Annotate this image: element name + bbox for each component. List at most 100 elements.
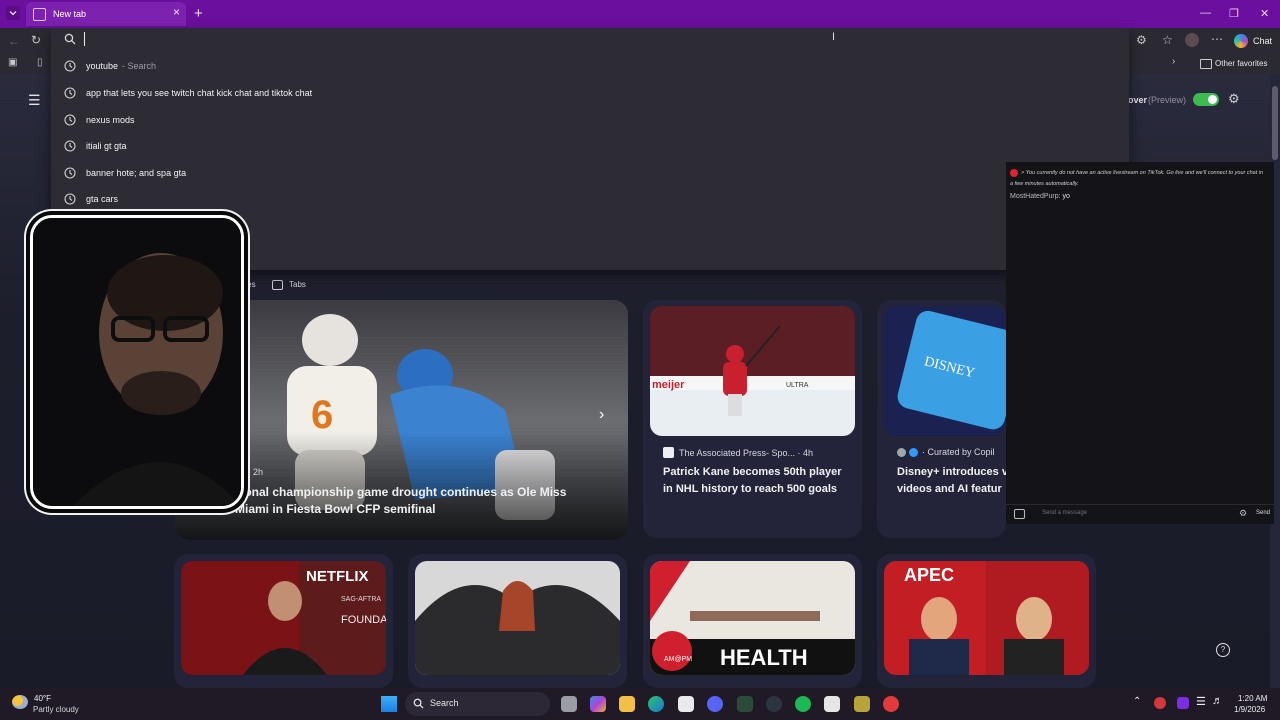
card3-source: · Curated by Copil xyxy=(922,447,995,457)
extensions-icon[interactable]: ⚙ xyxy=(1136,33,1147,47)
source-icon-2 xyxy=(909,447,918,457)
weather-icon xyxy=(12,695,28,709)
more-menu-icon[interactable]: ⋯ xyxy=(1211,32,1223,46)
address-bar[interactable] xyxy=(51,28,1129,52)
history-icon xyxy=(63,192,77,206)
favorites-star-icon[interactable]: ☆ xyxy=(1162,33,1173,47)
clock-time[interactable]: 1:20 AM xyxy=(1238,694,1267,703)
favorites-bar-right: › Other favorites xyxy=(1129,54,1280,74)
suggestion-item[interactable]: itiali gt gta xyxy=(51,133,1129,159)
webcam-overlay xyxy=(30,215,244,509)
news-card-apec[interactable]: APEC xyxy=(877,554,1096,688)
address-input[interactable] xyxy=(84,32,385,46)
tray-app-icon[interactable] xyxy=(1154,697,1166,709)
settings-gear-icon[interactable]: ⚙ xyxy=(1228,91,1240,107)
chat-system-message: > You currently do not have an active li… xyxy=(1010,168,1264,187)
new-tab-button[interactable]: + xyxy=(194,5,203,22)
chat-text: yo xyxy=(1062,193,1070,200)
file-explorer-icon[interactable] xyxy=(619,696,635,712)
chat-mode-icon[interactable] xyxy=(1014,509,1025,519)
carousel-next-icon[interactable]: › xyxy=(599,406,604,424)
start-windows-icon[interactable] xyxy=(381,696,397,712)
title-bar: New tab × + — ❐ ✕ xyxy=(0,0,1280,28)
card3-headline: Disney+ introduces v videos and AI featu… xyxy=(897,466,1006,495)
weather-desc: Partly cloudy xyxy=(33,705,79,714)
discover-label: over xyxy=(1128,95,1148,105)
news-card-nhl[interactable]: meijer ULTRA The Associated Press- Spo..… xyxy=(643,300,862,538)
wifi-icon[interactable]: ☰ xyxy=(1196,695,1206,708)
svg-text:FOUNDATI: FOUNDATI xyxy=(341,614,386,626)
help-icon[interactable]: ? xyxy=(1216,643,1230,657)
news-card-netflix[interactable]: NETFLIX SAG-AFTRA FOUNDATI xyxy=(174,554,393,688)
favorites-bar: ▣ ▯ xyxy=(0,54,51,74)
chat-input-row: Send a message ⚙ Send xyxy=(1006,504,1274,525)
chevron-right-icon[interactable]: › xyxy=(1172,56,1175,67)
streaming-app-icon[interactable] xyxy=(883,696,899,712)
news-card-disney[interactable]: DISNEY · Curated by Copil Disney+ introd… xyxy=(877,300,1006,538)
svg-text:APEC: APEC xyxy=(904,565,954,585)
suggestion-item[interactable]: app that lets you see twitch chat kick c… xyxy=(51,80,1129,106)
discord-icon[interactable] xyxy=(707,696,723,712)
suggestion-item[interactable]: gta cars xyxy=(51,186,1129,212)
hamburger-menu-icon[interactable]: ☰ xyxy=(28,92,41,109)
tab-tabs[interactable]: Tabs xyxy=(289,280,306,289)
store-icon[interactable] xyxy=(678,696,694,712)
history-icon xyxy=(63,139,77,153)
tab-actions-chevron-icon[interactable] xyxy=(6,6,20,20)
history-icon xyxy=(63,113,77,127)
dragon-art-image xyxy=(415,561,620,675)
hockey-image: meijer ULTRA xyxy=(650,306,855,436)
app-icon-dark[interactable] xyxy=(737,696,753,712)
history-icon xyxy=(63,166,77,180)
chat-username: MostHatedPurp: xyxy=(1010,193,1061,200)
card2-headline: Patrick Kane becomes 50th player in NHL … xyxy=(663,466,842,495)
taskbar-search[interactable]: Search xyxy=(405,692,550,716)
chat-settings-icon[interactable]: ⚙ xyxy=(1239,508,1247,519)
edge-icon[interactable] xyxy=(648,696,664,712)
minimize-icon[interactable]: — xyxy=(1200,7,1211,19)
svg-text:SAG-AFTRA: SAG-AFTRA xyxy=(341,596,381,603)
history-icon xyxy=(63,86,77,100)
weather-temp: 40°F xyxy=(34,694,51,703)
health-image: AM@PM HEALTH xyxy=(650,561,855,675)
profile-avatar[interactable] xyxy=(1185,33,1199,47)
volume-icon[interactable]: ♬ xyxy=(1212,695,1223,707)
refresh-icon[interactable]: ↻ xyxy=(31,33,41,47)
task-view-icon[interactable] xyxy=(561,696,577,712)
svg-text:ULTRA: ULTRA xyxy=(786,382,809,389)
collections-icon[interactable]: ▣ xyxy=(8,57,17,68)
chat-input[interactable]: Send a message xyxy=(1042,510,1087,516)
chat-send-button[interactable]: Send xyxy=(1256,510,1270,516)
news-card-fantasy[interactable] xyxy=(408,554,627,688)
new-tab-page-icon xyxy=(33,7,46,21)
capcut-icon[interactable] xyxy=(824,696,840,712)
suggestion-item[interactable]: nexus mods xyxy=(51,107,1129,133)
other-favorites-link[interactable]: Other favorites xyxy=(1215,59,1267,68)
spotify-icon[interactable] xyxy=(795,696,811,712)
app-icon-yellow[interactable] xyxy=(854,696,870,712)
suggestion-item[interactable]: youtube - Search xyxy=(51,53,1129,79)
copilot-icon xyxy=(1234,34,1248,48)
clock-date[interactable]: 1/9/2026 xyxy=(1234,705,1265,714)
steam-icon[interactable] xyxy=(766,696,782,712)
copilot-app-icon[interactable] xyxy=(590,696,606,712)
close-window-icon[interactable]: ✕ xyxy=(1260,7,1269,20)
show-hidden-icons[interactable]: ⌃ xyxy=(1133,696,1141,707)
news-card-health[interactable]: AM@PM HEALTH xyxy=(643,554,862,688)
weather-widget[interactable]: 40°F Partly cloudy xyxy=(10,691,120,717)
tab-close-icon[interactable]: × xyxy=(173,5,180,19)
mouse-cursor-icon: I xyxy=(832,31,836,43)
other-favorites-folder-icon xyxy=(1200,59,1212,69)
folder-icon[interactable]: ▯ xyxy=(37,57,43,68)
suggestion-item[interactable]: banner hote; and spa gta xyxy=(51,160,1129,186)
discover-toggle[interactable] xyxy=(1193,93,1219,106)
restore-icon[interactable]: ❐ xyxy=(1229,7,1239,20)
copilot-chat-button[interactable]: Chat xyxy=(1230,31,1276,51)
search-icon xyxy=(64,33,76,48)
taskbar-search-icon xyxy=(413,698,424,712)
tab-new-tab[interactable]: New tab × xyxy=(26,2,186,26)
svg-text:HEALTH: HEALTH xyxy=(720,645,808,670)
back-icon[interactable]: ← xyxy=(8,34,20,48)
tray-app-icon-2[interactable] xyxy=(1177,697,1189,709)
taskbar: 40°F Partly cloudy Search ⌃ ☰ ♬ 1:20 AM … xyxy=(0,688,1280,720)
